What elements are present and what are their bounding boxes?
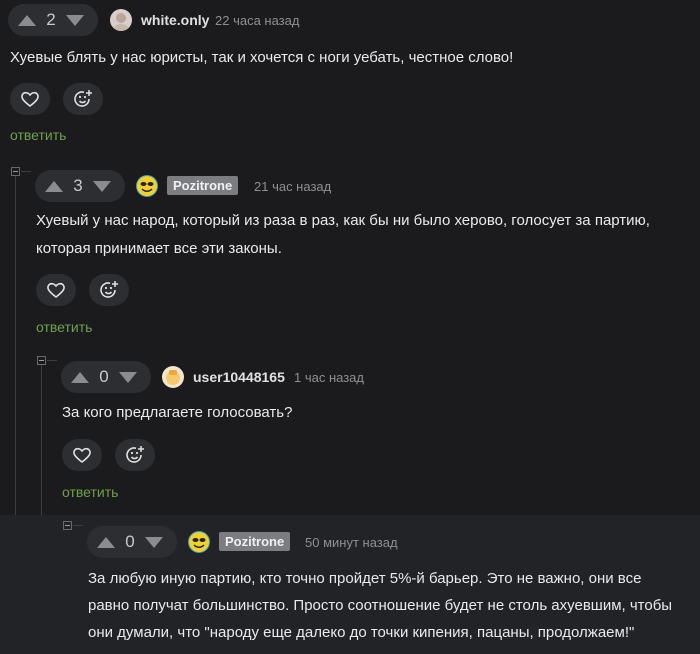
collapse-toggle[interactable]: [63, 521, 72, 530]
comment-text-line: которая принимает все эти законы.: [36, 240, 282, 257]
upvote-icon[interactable]: [18, 14, 36, 26]
reply-link[interactable]: ответить: [10, 127, 66, 143]
vote-count: 2: [46, 10, 56, 29]
avatar[interactable]: [110, 9, 132, 31]
comment-text-line: равно получат большинство. Просто соотно…: [88, 597, 673, 614]
comment-text: Хуевые блять у нас юристы, так и хочется…: [10, 49, 514, 66]
vote-count: 3: [73, 176, 83, 195]
downvote-icon[interactable]: [93, 180, 111, 192]
reply-link[interactable]: ответить: [62, 484, 118, 500]
collapse-toggle[interactable]: [11, 167, 20, 176]
avatar[interactable]: [136, 175, 158, 197]
comment-time[interactable]: 50 минут назад: [305, 535, 398, 550]
emoji-add-icon: [100, 281, 118, 298]
comment-text-line: За любую иную партию, кто точно пройдет …: [88, 570, 642, 587]
downvote-icon[interactable]: [66, 14, 84, 26]
reaction-button[interactable]: [115, 439, 155, 471]
author-badge[interactable]: Pozitrone: [167, 176, 239, 195]
avatar[interactable]: [162, 366, 184, 388]
vote-widget: 2: [8, 4, 98, 36]
upvote-icon[interactable]: [97, 536, 115, 548]
heart-icon: [47, 282, 65, 299]
like-button[interactable]: [10, 83, 50, 115]
upvote-icon[interactable]: [71, 371, 89, 383]
comment-time[interactable]: 21 час назад: [254, 179, 331, 194]
thread-connector: [47, 360, 57, 361]
comment-text-line: Хуевый у нас народ, который из раза в ра…: [36, 212, 650, 229]
author-name[interactable]: user10448165: [193, 369, 285, 385]
emoji-add-icon: [126, 446, 144, 463]
heart-icon: [73, 447, 91, 464]
author-badge[interactable]: Pozitrone: [219, 532, 291, 551]
reaction-button[interactable]: [89, 274, 129, 306]
comment-time[interactable]: 1 час назад: [294, 370, 364, 385]
vote-widget: 3: [35, 170, 125, 202]
vote-widget: 0: [61, 361, 151, 393]
upvote-icon[interactable]: [45, 180, 63, 192]
downvote-icon[interactable]: [119, 371, 137, 383]
vote-count: 0: [125, 532, 135, 551]
comment-text-line: они думали, что "народу еще далеко до то…: [88, 624, 635, 641]
comment-time[interactable]: 22 часа назад: [215, 13, 299, 28]
vote-count: 0: [99, 367, 109, 386]
downvote-icon[interactable]: [145, 536, 163, 548]
heart-icon: [21, 91, 39, 108]
like-button[interactable]: [36, 274, 76, 306]
thread-line: [41, 365, 42, 515]
thread-connector: [21, 171, 31, 172]
collapse-toggle[interactable]: [37, 356, 46, 365]
author-name[interactable]: white.only: [141, 12, 209, 28]
emoji-add-icon: [74, 90, 92, 107]
reply-link[interactable]: ответить: [36, 319, 92, 335]
thread-connector: [73, 525, 83, 526]
vote-widget: 0: [87, 526, 177, 558]
comment-text: За кого предлагаете голосовать?: [62, 404, 293, 421]
avatar[interactable]: [188, 531, 210, 553]
reaction-button[interactable]: [63, 83, 103, 115]
like-button[interactable]: [62, 439, 102, 471]
